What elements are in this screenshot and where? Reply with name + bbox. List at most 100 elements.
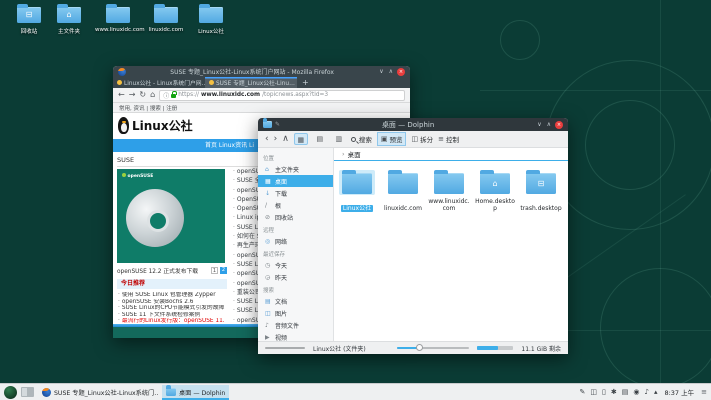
bookmarks-toolbar[interactable]: 常用, 资讯 | 搜索 | 注册 [113,103,410,113]
place-audio[interactable]: ♪音频文件 [258,319,333,331]
image-caption-link[interactable]: openSUSE 12.2 正式发布下载 [117,266,209,275]
article-link[interactable]: SUSE 11 下文件系统检修案例 [117,312,227,319]
task-firefox[interactable]: SUSE 专题_Linux公社-Linux系统门… [38,385,158,400]
desktop-icon-home[interactable]: ⌂ 主文件夹 [46,4,92,35]
blueprint-line [480,90,711,91]
article-link[interactable]: SUSE Linux的CPU节能模式引发的故障 [117,305,227,312]
firefox-icon [118,68,126,76]
clock[interactable]: 8:37 上午 [664,387,694,397]
desktop-icon-linux-gongshe[interactable]: Linux公社 [188,4,234,35]
place-trash[interactable]: ⊘回收站 [258,211,333,223]
back-button[interactable]: ← [118,91,125,99]
trash-emblem-icon: ⊟ [17,7,41,23]
place-network[interactable]: ◎网络 [258,235,333,247]
dolphin-toolbar: ‹ › ∧ ▦ ▤ ▥ 搜索 ▣ 预览 ◫ 拆分 ≡ 控制 [258,131,568,148]
up-button[interactable]: ∧ [282,135,289,144]
file-trash-desktop[interactable]: ⊟ trash.desktop [518,170,564,214]
audio-icon: ♪ [265,322,272,329]
control-menu-button[interactable]: ≡ 控制 [438,134,459,144]
pagination-1[interactable]: 1 [211,267,218,274]
close-button[interactable]: × [555,121,563,129]
minimize-button[interactable]: ∨ [378,69,384,75]
place-home[interactable]: ⌂主文件夹 [258,163,333,175]
app-launcher-icon[interactable] [4,386,17,399]
breadcrumb[interactable]: › 桌面 [334,148,568,161]
search-icon [351,137,356,142]
video-icon: ▶ [265,334,272,341]
bookmarks-items[interactable]: 常用, 资讯 | 搜索 | 注册 [119,104,177,112]
back-button[interactable]: ‹ [265,135,269,144]
cd-disc-graphic [126,189,184,247]
desktop-icon: ▦ [265,178,272,185]
task-dolphin[interactable]: 桌面 — Dolphin [162,385,229,400]
tray-expand-icon[interactable]: ▴ [654,389,658,396]
file-home-desktop[interactable]: ⌂ Home.desktop [472,170,518,214]
battery-icon[interactable]: ▯ [602,389,606,396]
zoom-slider-knob[interactable] [416,344,423,351]
article-link[interactable]: openSUSE 安装Bochs 2.6 [117,299,227,306]
page-info-icon[interactable]: ⓘ [163,91,169,100]
place-root[interactable]: /根 [258,199,333,211]
forward-button[interactable]: › [274,135,278,144]
network-icon[interactable]: ◉ [633,389,639,396]
place-downloads[interactable]: ↓下载 [258,187,333,199]
maximize-button[interactable]: ∧ [546,122,552,128]
preview-button[interactable]: ▣ 预览 [377,132,407,146]
close-button[interactable]: × [397,68,405,76]
breadcrumb-arrow-icon: › [342,150,345,158]
split-button[interactable]: ◫ 拆分 [411,134,433,144]
compact-view-button[interactable]: ▤ [313,133,327,145]
place-yesterday[interactable]: ◶昨天 [258,271,333,283]
firefox-tab-bar: Linux公社 - Linux系统门户网… × SUSE 专题_Linux公社-… [113,77,410,88]
klipper-icon[interactable]: ✎ [580,389,586,396]
url-path: /topicnews.aspx?tid=3 [262,92,328,98]
maximize-button[interactable]: ∧ [388,69,394,75]
icons-view-button[interactable]: ▦ [294,133,308,145]
tab-linux-gongshe[interactable]: Linux公社 - Linux系统门户网… × [113,77,205,88]
place-images[interactable]: ◫图片 [258,307,333,319]
url-domain: www.linuxidc.com [201,92,260,98]
desktop-icon-label: linuxidc.com [143,27,189,33]
desktop-icon-www-linuxidc[interactable]: www.linuxidc.com [95,4,141,33]
desktop-icon-linuxidc[interactable]: linuxidc.com [143,4,189,33]
article-list: 使用 SUSE Linux 包管理器 Zypper openSUSE 安装Boc… [117,292,227,325]
dolphin-titlebar[interactable]: ✎ 桌面 — Dolphin ∨ ∧ × [258,118,568,131]
site-logo[interactable]: Linux公社 www.Linuxidc.com [118,115,193,139]
breadcrumb-item-desktop[interactable]: 桌面 [348,149,361,159]
file-linux-gongshe[interactable]: Linux公社 [334,170,380,214]
tab-suse-topic[interactable]: SUSE 专题_Linux公社-Linu… × [205,77,297,88]
place-desktop[interactable]: ▦桌面 [258,175,333,187]
article-link[interactable]: 使用 SUSE Linux 包管理器 Zypper [117,292,227,299]
place-documents[interactable]: ▤文档 [258,295,333,307]
volume-icon[interactable]: ♪ [644,389,648,396]
pin-icon[interactable]: ✎ [275,121,280,128]
file-www-linuxidc[interactable]: www.linuxidc.com [426,170,472,214]
virtual-desktop-pager[interactable] [21,387,34,397]
place-videos[interactable]: ▶视频 [258,331,333,341]
free-space-bar [477,346,513,350]
panel-handle-icon[interactable]: ≡ [701,388,707,396]
bluetooth-icon[interactable]: ✱ [611,389,617,396]
file-linuxidc[interactable]: linuxidc.com [380,170,426,214]
reload-button[interactable]: ↻ [139,91,146,99]
trash-emblem-icon: ⊟ [526,173,556,194]
details-view-button[interactable]: ▥ [332,133,346,145]
forward-button[interactable]: → [129,91,136,99]
place-today[interactable]: ◷今天 [258,259,333,271]
url-bar[interactable]: ⓘ https://www.linuxidc.com/topicnews.asp… [159,90,405,101]
opensuse-dvd-image[interactable]: openSUSE [117,169,225,263]
zoom-slider[interactable] [397,347,469,349]
article-feature-column: openSUSE openSUSE 12.2 正式发布下载 1 2 今日推荐 使… [117,169,227,325]
clipboard-icon[interactable]: ◫ [590,389,597,396]
display-icon[interactable]: ▤ [622,389,629,396]
blueprint-line [660,0,661,400]
home-button[interactable]: ⌂ [150,91,155,99]
preview-icon: ▣ [381,135,388,143]
pagination-2[interactable]: 2 [220,267,227,274]
blueprint-circle [600,268,711,388]
hamburger-icon: ≡ [438,135,444,143]
new-tab-button[interactable]: + [297,77,314,88]
minimize-button[interactable]: ∨ [536,122,542,128]
search-button[interactable]: 搜索 [351,134,372,144]
firefox-titlebar[interactable]: SUSE 专题_Linux公社-Linux系统门户网站 - Mozilla Fi… [113,66,410,77]
